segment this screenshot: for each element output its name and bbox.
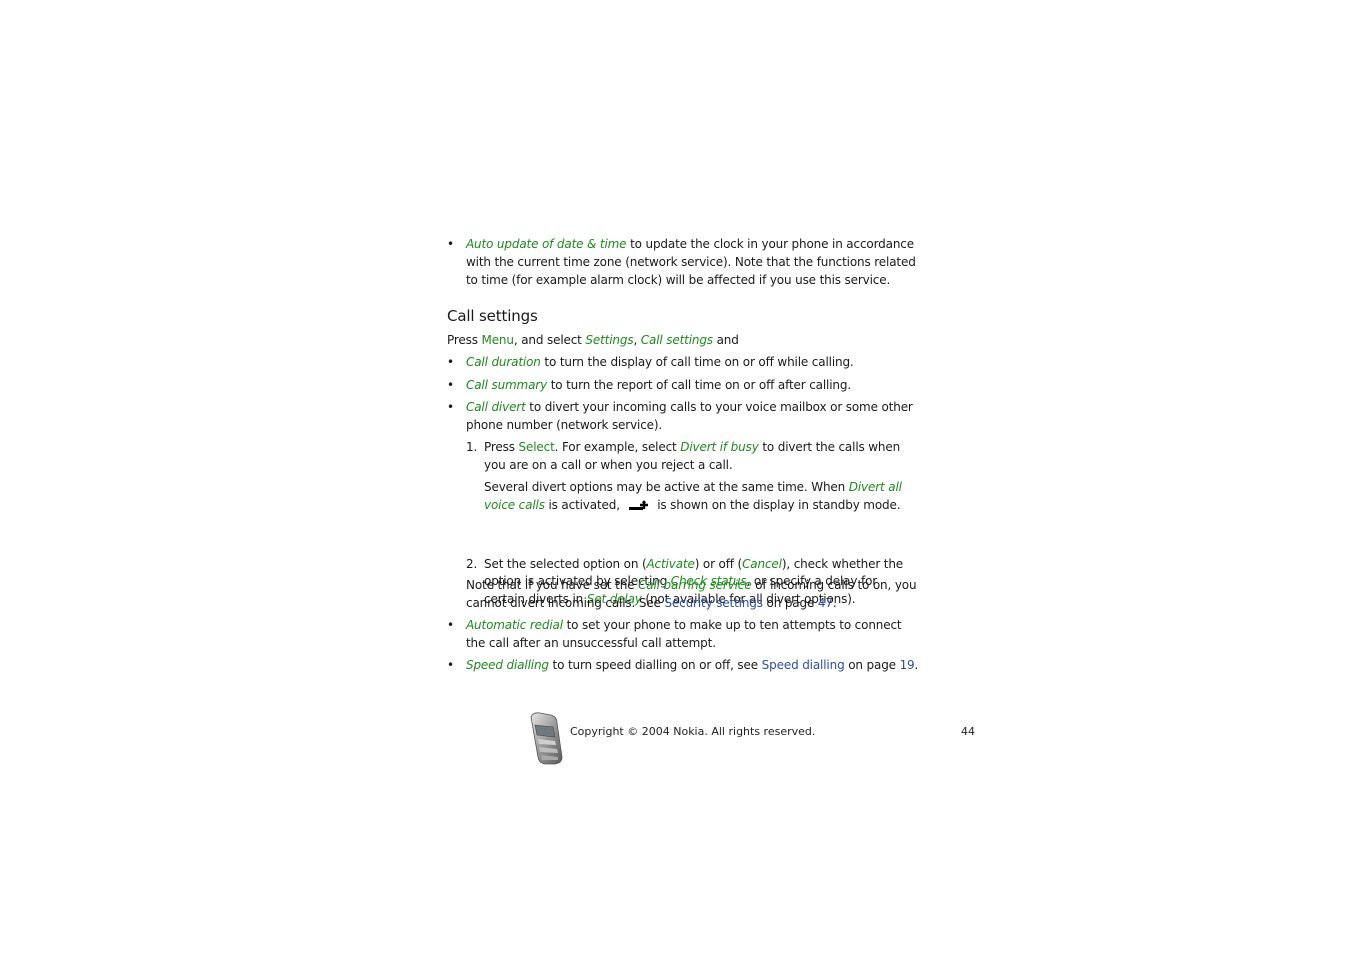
page-19-link[interactable]: 19 bbox=[900, 658, 915, 672]
list-item: • Call duration to turn the display of c… bbox=[447, 354, 936, 372]
page-footer: Copyright © 2004 Nokia. All rights reser… bbox=[527, 711, 977, 767]
softkey-select: Select bbox=[518, 440, 555, 454]
bullet-dot: • bbox=[447, 237, 454, 251]
list-item: • Auto update of date & time to update t… bbox=[447, 237, 916, 287]
copyright-text: Copyright © 2004 Nokia. All rights reser… bbox=[570, 725, 816, 738]
list-item: • Call divert to divert your incoming ca… bbox=[447, 400, 913, 432]
setting-term: Automatic redial bbox=[466, 618, 563, 632]
setting-term: Call duration bbox=[466, 355, 541, 369]
setting-term: Activate bbox=[646, 556, 695, 571]
step-number: 1. bbox=[466, 440, 478, 454]
bullet-dot: • bbox=[447, 658, 454, 672]
setting-term: Divert if busy bbox=[680, 440, 759, 454]
setting-term: Settings bbox=[585, 333, 634, 347]
setting-term: Cancel bbox=[742, 556, 782, 571]
setting-term: Auto update of date & time bbox=[466, 237, 627, 251]
barring-note: Note that if you have set the Call barri… bbox=[466, 578, 917, 610]
list-item: • Speed dialling to turn speed dialling … bbox=[447, 657, 936, 675]
security-settings-link[interactable]: Security settings bbox=[664, 596, 763, 610]
list-item: • Call summary to turn the report of cal… bbox=[447, 377, 936, 395]
page-47-link[interactable]: 47 bbox=[818, 596, 833, 610]
list-item: • Automatic redial to set your phone to … bbox=[447, 618, 902, 650]
bullet-dot: • bbox=[447, 618, 454, 632]
softkey-menu: Menu bbox=[481, 333, 515, 347]
step-number: 2. bbox=[466, 556, 478, 571]
setting-term: Call settings bbox=[640, 333, 713, 347]
bullet-dot: • bbox=[447, 400, 454, 414]
setting-term: Call divert bbox=[466, 400, 526, 414]
section-intro: Press Menu, and select Settings, Call se… bbox=[447, 333, 739, 347]
bullet-dot: • bbox=[447, 378, 454, 392]
page-number: 44 bbox=[961, 725, 975, 738]
speed-dialling-link[interactable]: Speed dialling bbox=[762, 658, 845, 672]
nokia-phone-icon bbox=[530, 712, 563, 765]
call-divert-icon bbox=[628, 499, 648, 510]
step-note: Several divert options may be active at … bbox=[484, 480, 902, 512]
setting-term: Call barring service bbox=[638, 578, 752, 592]
section-title: Call settings bbox=[447, 307, 538, 325]
bullet-dot: • bbox=[447, 355, 454, 369]
setting-term: Speed dialling bbox=[466, 658, 549, 672]
manual-page: • Auto update of date & time to update t… bbox=[447, 236, 918, 672]
setting-term: Call summary bbox=[466, 378, 548, 392]
numbered-step: 1. Press Select. For example, select Div… bbox=[466, 440, 901, 472]
